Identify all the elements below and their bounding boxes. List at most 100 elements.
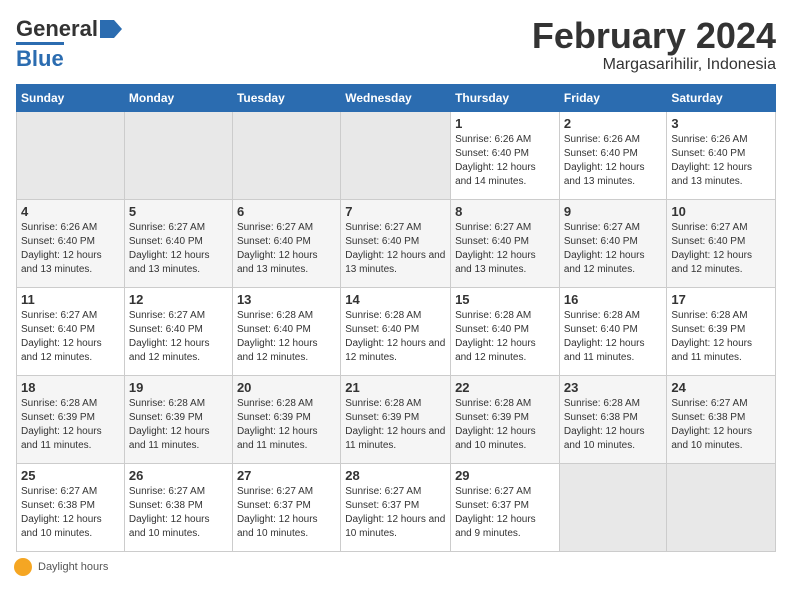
footer: Daylight hours <box>16 560 776 574</box>
day-info: Sunrise: 6:26 AM Sunset: 6:40 PM Dayligh… <box>564 133 663 189</box>
calendar-cell: 18 Sunrise: 6:28 AM Sunset: 6:39 PM Dayli… <box>17 375 125 463</box>
calendar-cell: 2 Sunrise: 6:26 AM Sunset: 6:40 PM Daylig… <box>559 111 667 199</box>
day-info: Sunrise: 6:27 AM Sunset: 6:40 PM Dayligh… <box>21 309 120 365</box>
calendar-cell: 6 Sunrise: 6:27 AM Sunset: 6:40 PM Daylig… <box>232 199 340 287</box>
header: General Blue February 2024 Margasarihili… <box>16 16 776 74</box>
day-number: 23 <box>564 380 663 395</box>
day-number: 26 <box>129 468 228 483</box>
col-header-friday: Friday <box>559 84 667 111</box>
calendar-cell: 10 Sunrise: 6:27 AM Sunset: 6:40 PM Dayli… <box>667 199 776 287</box>
day-info: Sunrise: 6:27 AM Sunset: 6:40 PM Dayligh… <box>129 309 228 365</box>
day-info: Sunrise: 6:27 AM Sunset: 6:40 PM Dayligh… <box>455 221 555 277</box>
day-info: Sunrise: 6:28 AM Sunset: 6:40 PM Dayligh… <box>345 309 446 365</box>
logo-general: General <box>16 16 98 42</box>
day-number: 2 <box>564 116 663 131</box>
day-info: Sunrise: 6:28 AM Sunset: 6:40 PM Dayligh… <box>564 309 663 365</box>
day-info: Sunrise: 6:27 AM Sunset: 6:40 PM Dayligh… <box>345 221 446 277</box>
day-number: 24 <box>671 380 771 395</box>
calendar-cell <box>17 111 125 199</box>
calendar-cell: 3 Sunrise: 6:26 AM Sunset: 6:40 PM Daylig… <box>667 111 776 199</box>
calendar-cell: 8 Sunrise: 6:27 AM Sunset: 6:40 PM Daylig… <box>451 199 560 287</box>
calendar-cell <box>341 111 451 199</box>
day-number: 4 <box>21 204 120 219</box>
calendar-cell: 1 Sunrise: 6:26 AM Sunset: 6:40 PM Daylig… <box>451 111 560 199</box>
calendar-cell: 25 Sunrise: 6:27 AM Sunset: 6:38 PM Dayli… <box>17 463 125 551</box>
day-info: Sunrise: 6:27 AM Sunset: 6:37 PM Dayligh… <box>345 485 446 541</box>
logo: General Blue <box>16 16 122 72</box>
day-info: Sunrise: 6:27 AM Sunset: 6:40 PM Dayligh… <box>564 221 663 277</box>
day-number: 1 <box>455 116 555 131</box>
day-number: 9 <box>564 204 663 219</box>
day-info: Sunrise: 6:28 AM Sunset: 6:39 PM Dayligh… <box>671 309 771 365</box>
day-number: 25 <box>21 468 120 483</box>
calendar-cell: 4 Sunrise: 6:26 AM Sunset: 6:40 PM Daylig… <box>17 199 125 287</box>
calendar-cell <box>667 463 776 551</box>
calendar-cell: 27Sunrise: 6:27 AM Sunset: 6:37 PM Dayli… <box>232 463 340 551</box>
day-number: 29 <box>455 468 555 483</box>
calendar-cell: 9 Sunrise: 6:27 AM Sunset: 6:40 PM Daylig… <box>559 199 667 287</box>
logo-blue: Blue <box>16 42 64 72</box>
col-header-monday: Monday <box>124 84 232 111</box>
calendar-cell: 22Sunrise: 6:28 AM Sunset: 6:39 PM Dayli… <box>451 375 560 463</box>
day-info: Sunrise: 6:26 AM Sunset: 6:40 PM Dayligh… <box>671 133 771 189</box>
day-number: 16 <box>564 292 663 307</box>
col-header-thursday: Thursday <box>451 84 560 111</box>
calendar-cell: 17 Sunrise: 6:28 AM Sunset: 6:39 PM Dayli… <box>667 287 776 375</box>
sun-icon <box>16 560 30 574</box>
col-header-saturday: Saturday <box>667 84 776 111</box>
calendar-cell: 26 Sunrise: 6:27 AM Sunset: 6:38 PM Dayli… <box>124 463 232 551</box>
calendar-cell <box>232 111 340 199</box>
day-info: Sunrise: 6:26 AM Sunset: 6:40 PM Dayligh… <box>21 221 120 277</box>
calendar-cell: 20Sunrise: 6:28 AM Sunset: 6:39 PM Dayli… <box>232 375 340 463</box>
day-number: 28 <box>345 468 446 483</box>
calendar-cell: 14Sunrise: 6:28 AM Sunset: 6:40 PM Dayli… <box>341 287 451 375</box>
calendar-cell: 24 Sunrise: 6:27 AM Sunset: 6:38 PM Dayli… <box>667 375 776 463</box>
calendar-table: SundayMondayTuesdayWednesdayThursdayFrid… <box>16 84 776 552</box>
day-number: 18 <box>21 380 120 395</box>
day-info: Sunrise: 6:27 AM Sunset: 6:37 PM Dayligh… <box>455 485 555 541</box>
day-number: 17 <box>671 292 771 307</box>
day-info: Sunrise: 6:28 AM Sunset: 6:40 PM Dayligh… <box>455 309 555 365</box>
day-number: 10 <box>671 204 771 219</box>
day-info: Sunrise: 6:27 AM Sunset: 6:40 PM Dayligh… <box>237 221 336 277</box>
calendar-cell: 7 Sunrise: 6:27 AM Sunset: 6:40 PM Daylig… <box>341 199 451 287</box>
day-number: 21 <box>345 380 446 395</box>
day-info: Sunrise: 6:27 AM Sunset: 6:38 PM Dayligh… <box>671 397 771 453</box>
col-header-sunday: Sunday <box>17 84 125 111</box>
day-info: Sunrise: 6:27 AM Sunset: 6:38 PM Dayligh… <box>129 485 228 541</box>
day-info: Sunrise: 6:28 AM Sunset: 6:39 PM Dayligh… <box>129 397 228 453</box>
calendar-cell: 15Sunrise: 6:28 AM Sunset: 6:40 PM Dayli… <box>451 287 560 375</box>
calendar-cell: 29 Sunrise: 6:27 AM Sunset: 6:37 PM Dayli… <box>451 463 560 551</box>
day-number: 8 <box>455 204 555 219</box>
calendar-cell: 19Sunrise: 6:28 AM Sunset: 6:39 PM Dayli… <box>124 375 232 463</box>
day-info: Sunrise: 6:27 AM Sunset: 6:38 PM Dayligh… <box>21 485 120 541</box>
day-info: Sunrise: 6:28 AM Sunset: 6:38 PM Dayligh… <box>564 397 663 453</box>
day-info: Sunrise: 6:27 AM Sunset: 6:40 PM Dayligh… <box>129 221 228 277</box>
day-info: Sunrise: 6:28 AM Sunset: 6:39 PM Dayligh… <box>455 397 555 453</box>
day-number: 6 <box>237 204 336 219</box>
calendar-cell: 16 Sunrise: 6:28 AM Sunset: 6:40 PM Dayli… <box>559 287 667 375</box>
day-number: 12 <box>129 292 228 307</box>
calendar-cell: 5 Sunrise: 6:27 AM Sunset: 6:40 PM Daylig… <box>124 199 232 287</box>
day-info: Sunrise: 6:26 AM Sunset: 6:40 PM Dayligh… <box>455 133 555 189</box>
logo-arrow-icon <box>100 20 122 38</box>
day-number: 5 <box>129 204 228 219</box>
day-info: Sunrise: 6:28 AM Sunset: 6:40 PM Dayligh… <box>237 309 336 365</box>
day-number: 13 <box>237 292 336 307</box>
day-info: Sunrise: 6:27 AM Sunset: 6:40 PM Dayligh… <box>671 221 771 277</box>
day-info: Sunrise: 6:28 AM Sunset: 6:39 PM Dayligh… <box>237 397 336 453</box>
calendar-cell: 11Sunrise: 6:27 AM Sunset: 6:40 PM Dayli… <box>17 287 125 375</box>
day-number: 7 <box>345 204 446 219</box>
col-header-tuesday: Tuesday <box>232 84 340 111</box>
calendar-cell: 13 Sunrise: 6:28 AM Sunset: 6:40 PM Dayli… <box>232 287 340 375</box>
calendar-cell <box>559 463 667 551</box>
day-info: Sunrise: 6:27 AM Sunset: 6:37 PM Dayligh… <box>237 485 336 541</box>
day-info: Sunrise: 6:28 AM Sunset: 6:39 PM Dayligh… <box>345 397 446 453</box>
calendar-cell: 23 Sunrise: 6:28 AM Sunset: 6:38 PM Dayli… <box>559 375 667 463</box>
calendar-cell: 28 Sunrise: 6:27 AM Sunset: 6:37 PM Dayli… <box>341 463 451 551</box>
title-area: February 2024 Margasarihilir, Indonesia <box>532 16 776 74</box>
day-info: Sunrise: 6:28 AM Sunset: 6:39 PM Dayligh… <box>21 397 120 453</box>
calendar-cell: 12 Sunrise: 6:27 AM Sunset: 6:40 PM Dayli… <box>124 287 232 375</box>
day-number: 3 <box>671 116 771 131</box>
location-title: Margasarihilir, Indonesia <box>532 56 776 74</box>
